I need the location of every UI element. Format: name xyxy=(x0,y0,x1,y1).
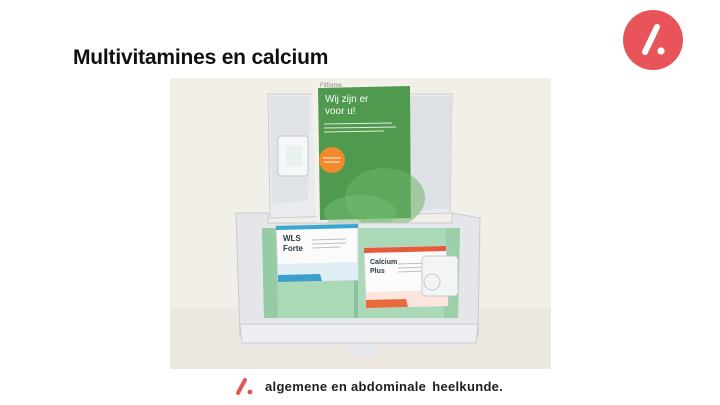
booklet-heading-line2: voor u! xyxy=(325,106,356,117)
wls-forte-line1: WLS xyxy=(283,234,301,243)
booklet: Fitforme Wij zijn er voor u! xyxy=(312,82,425,231)
slide-title: Multivitamines en calcium xyxy=(73,46,329,69)
wls-forte-line2: Forte xyxy=(283,244,304,253)
footer-logo-mark xyxy=(236,378,253,395)
calcium-plus-line2: Plus xyxy=(370,268,385,275)
calcium-plus-box: Calcium Plus xyxy=(363,245,459,309)
footer-brand-part1: algemene en abdominale xyxy=(265,378,427,394)
calcium-plus-line1: Calcium xyxy=(370,259,397,266)
footer-brand: algemene en abdominale heelkunde. xyxy=(235,377,503,395)
footer-brand-part2: heelkunde. xyxy=(432,378,504,394)
booklet-brand: Fitforme xyxy=(320,83,343,89)
wls-forte-box: WLS Forte xyxy=(275,223,359,283)
product-photo: Fitforme Wij zijn er voor u! WLS Forte C… xyxy=(170,78,551,369)
booklet-heading-line1: Wij zijn er xyxy=(325,94,369,105)
brand-logo xyxy=(623,10,683,70)
